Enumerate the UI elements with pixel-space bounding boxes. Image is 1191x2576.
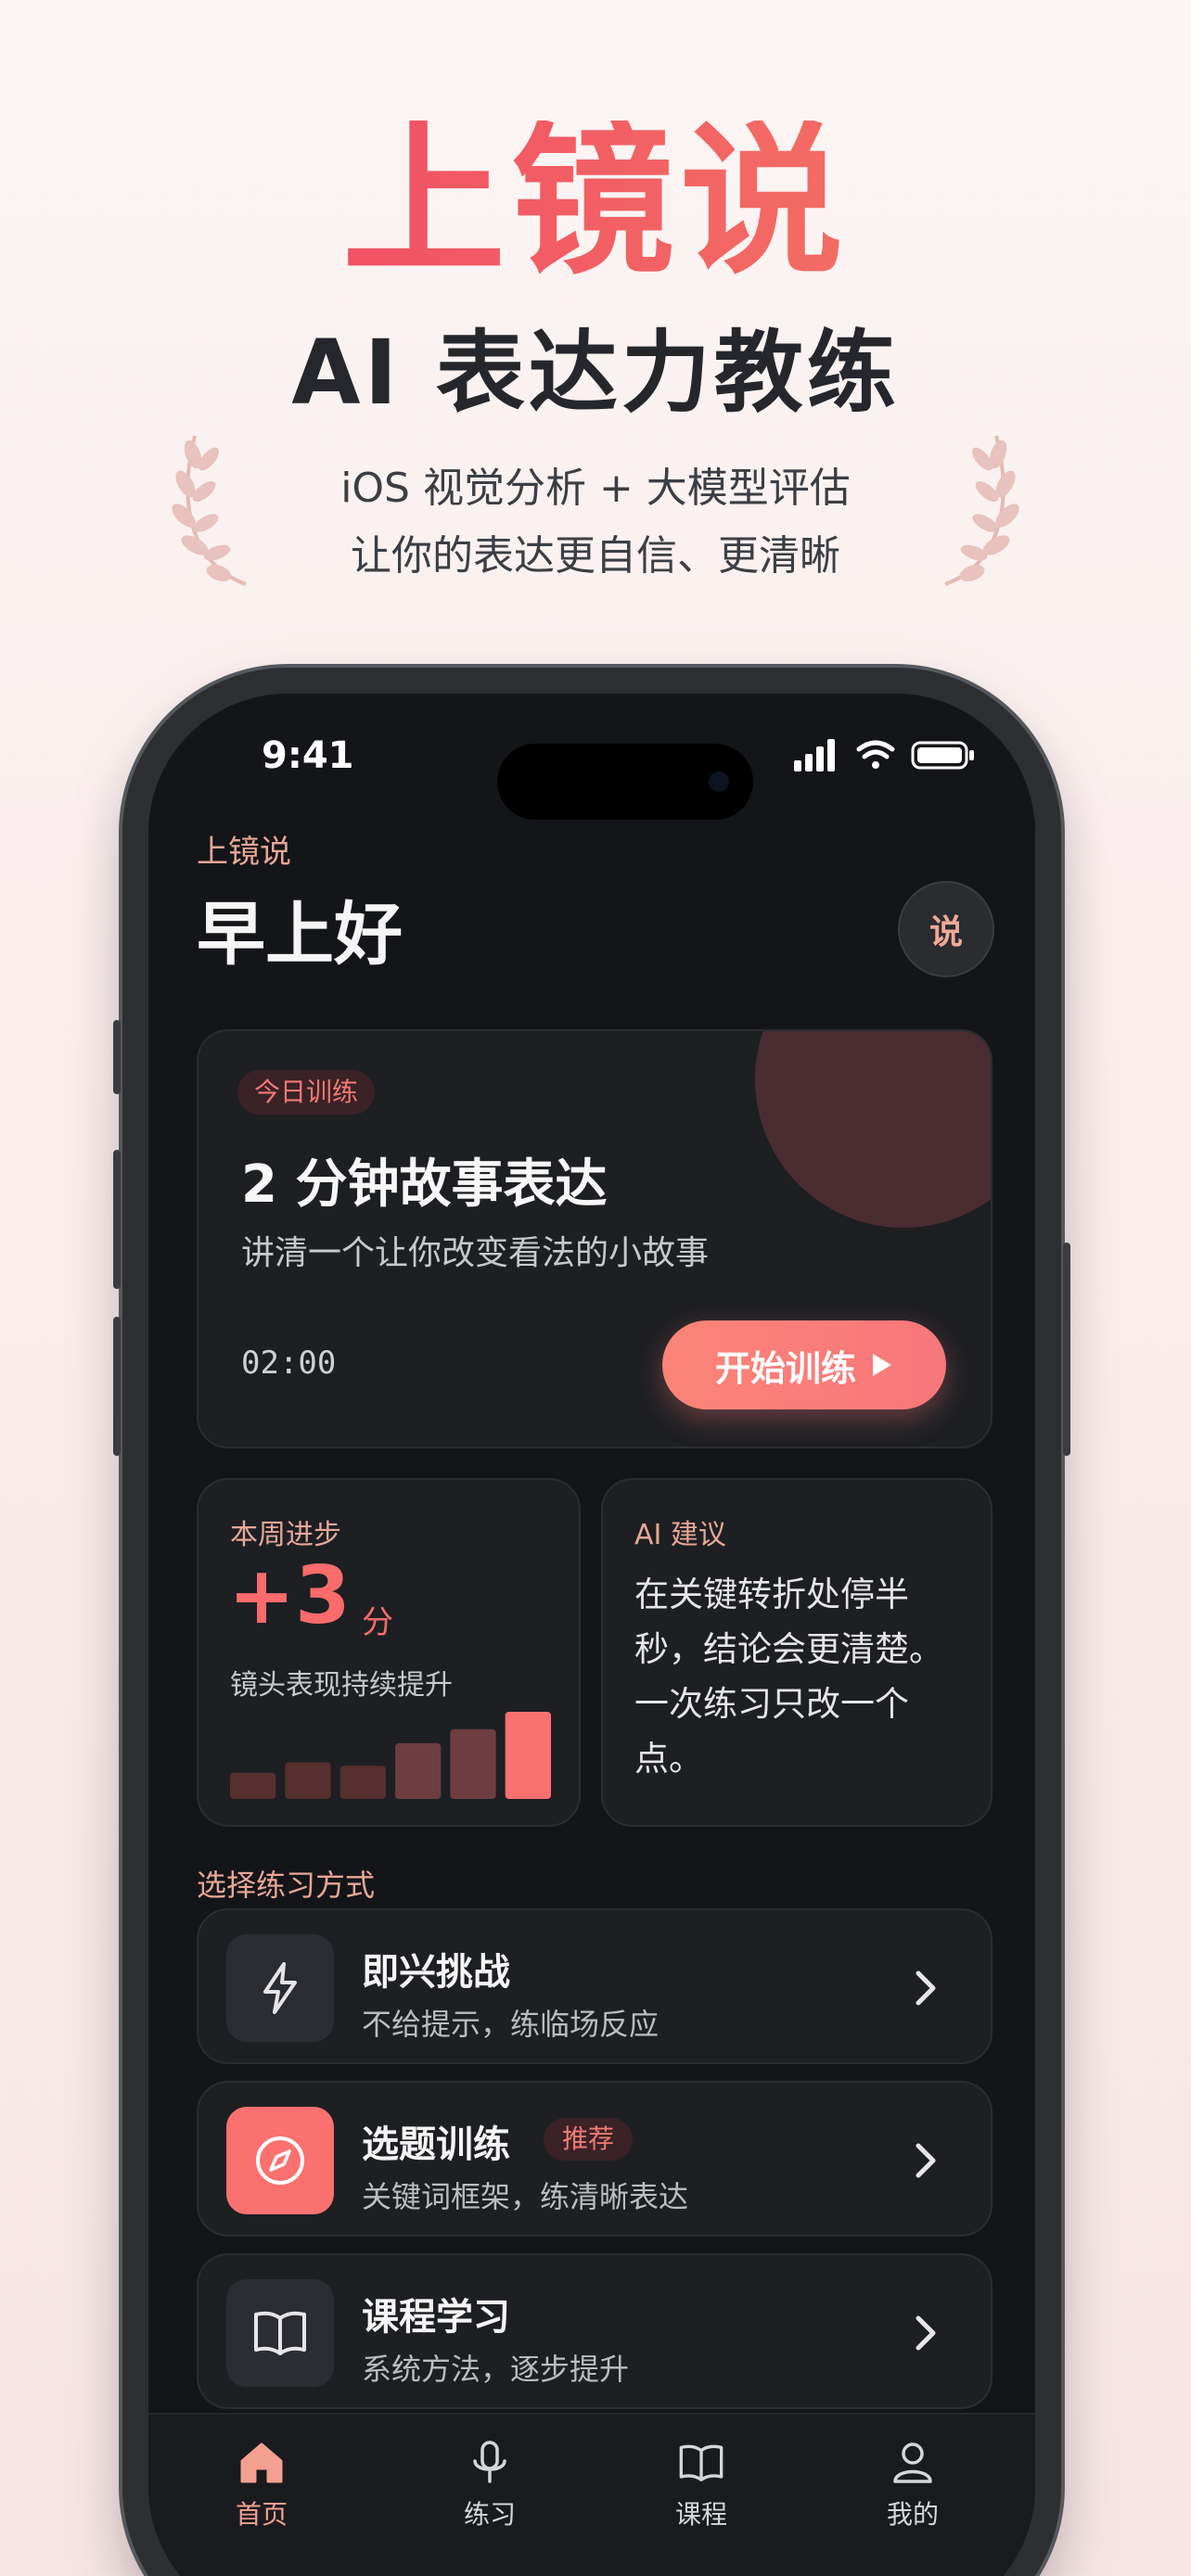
section-title: 选择练习方式 [197, 1868, 376, 1903]
weekly-bar [505, 1712, 551, 1799]
weekly-bar [450, 1728, 496, 1799]
play-icon [873, 1354, 891, 1376]
app-screen: 9:41 上镜说 早上好 说 今日训练 2 分钟故事表达 讲清一个让你改变看法的… [148, 694, 1035, 2576]
power-button [1063, 1243, 1070, 1456]
compass-icon [256, 2136, 304, 2185]
greeting-title: 早上好 [197, 895, 403, 975]
mode-title: 选题训练 [362, 2123, 510, 2166]
weekly-label: 本周进步 [230, 1519, 341, 1551]
mode-title: 即兴挑战 [362, 1951, 510, 1994]
volume-up-button [113, 1150, 121, 1289]
decorative-circle [755, 1031, 991, 1228]
volume-down-button [113, 1317, 121, 1456]
chevron-right-icon [916, 1970, 936, 2006]
today-description: 讲清一个让你改变看法的小故事 [241, 1234, 710, 1272]
mode-icon-bg [226, 2107, 334, 2214]
mute-switch [113, 1020, 121, 1094]
ai-advice-card[interactable]: AI 建议 在关键转折处停半秒，结论会更清楚。一次练习只改一个点。 [601, 1478, 992, 1827]
chevron-right-icon [916, 2315, 936, 2351]
battery-icon [911, 741, 974, 770]
mode-description: 关键词框架，练清晰表达 [362, 2179, 689, 2214]
book-icon [679, 2444, 724, 2481]
wifi-icon [856, 740, 895, 759]
weekly-bar [395, 1742, 442, 1799]
tab-bar: 首页 练习 课程 我的 [148, 2413, 1035, 2576]
mode-icon-bg [226, 2279, 334, 2387]
mode-topic-training[interactable]: 选题训练 推荐 关键词框架，练清晰表达 [197, 2081, 992, 2237]
hero-subtitle: AI 表达力教练 [291, 321, 900, 425]
mode-icon-bg [226, 1934, 334, 2042]
mode-description: 系统方法，逐步提升 [362, 2352, 630, 2387]
app-brand: 上镜说 [197, 834, 291, 871]
mode-course-learning[interactable]: 课程学习 系统方法，逐步提升 [197, 2253, 992, 2409]
hero-title: 上镜说 [0, 121, 1191, 284]
laurel-right-icon [944, 435, 1019, 586]
today-training-card[interactable]: 今日训练 2 分钟故事表达 讲清一个让你改变看法的小故事 02:00 开始训练 [197, 1029, 992, 1448]
tab-home[interactable]: 首页 [187, 2441, 336, 2531]
weekly-bar [339, 1766, 386, 1799]
microphone-icon [473, 2441, 506, 2483]
start-training-button[interactable]: 开始训练 [662, 1320, 946, 1409]
today-badge: 今日训练 [237, 1070, 376, 1115]
weekly-description: 镜头表现持续提升 [230, 1669, 453, 1702]
tab-label: 我的 [886, 2499, 939, 2530]
tab-label: 练习 [463, 2499, 516, 2530]
signal-icon [794, 739, 835, 772]
tab-label: 课程 [674, 2499, 727, 2530]
advice-text: 在关键转折处停半秒，结论会更清楚。一次练习只改一个点。 [634, 1575, 943, 1779]
weekly-bar-chart [230, 1712, 551, 1799]
mode-title: 课程学习 [362, 2296, 510, 2339]
recommend-badge: 推荐 [544, 2118, 634, 2161]
tab-practice[interactable]: 练习 [416, 2441, 564, 2531]
start-training-label: 开始训练 [714, 1347, 856, 1389]
today-timer: 02:00 [241, 1345, 337, 1382]
hero-section: 上镜说 AI 表达力教练 iOS 视觉分析 + 大模型评估 让你的表达更自信、更… [0, 0, 1191, 631]
person-icon [893, 2442, 932, 2483]
weekly-progress-card[interactable]: 本周进步 +3 分 镜头表现持续提升 [197, 1478, 581, 1827]
lightning-icon [263, 1962, 297, 2014]
book-icon [254, 2311, 306, 2355]
advice-label: AI 建议 [634, 1519, 726, 1551]
tab-courses[interactable]: 课程 [627, 2441, 775, 2531]
camera-icon [709, 772, 729, 792]
weekly-value: +3 [228, 1549, 351, 1642]
avatar[interactable]: 说 [898, 881, 994, 977]
dynamic-island [497, 744, 753, 820]
weekly-bar [230, 1772, 276, 1799]
status-time: 9:41 [262, 734, 354, 777]
mode-description: 不给提示，练临场反应 [362, 2007, 660, 2042]
weekly-bar [285, 1762, 331, 1799]
status-icons [794, 739, 974, 772]
chevron-right-icon [916, 2143, 936, 2178]
mode-improv-challenge[interactable]: 即兴挑战 不给提示，练临场反应 [197, 1908, 992, 2064]
tab-label: 首页 [235, 2499, 288, 2530]
laurel-left-icon [172, 435, 247, 586]
tab-profile[interactable]: 我的 [839, 2441, 987, 2531]
phone-frame: 9:41 上镜说 早上好 说 今日训练 2 分钟故事表达 讲清一个让你改变看法的… [113, 668, 1070, 2576]
today-title: 2 分钟故事表达 [241, 1154, 608, 1215]
weekly-unit: 分 [362, 1604, 393, 1641]
home-icon [240, 2442, 283, 2483]
